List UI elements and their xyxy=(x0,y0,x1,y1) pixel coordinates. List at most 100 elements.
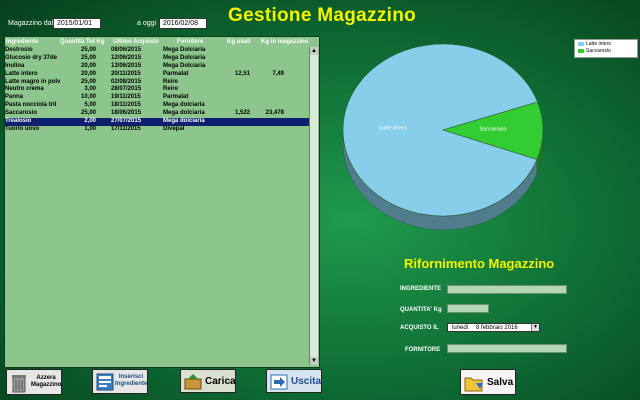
table-cell: Mega Dolciaria xyxy=(163,47,206,53)
date-from-label: Magazzino dal xyxy=(8,20,54,27)
table-row[interactable]: Tuorlo uovo 1,00 17/11/2015 Divepal xyxy=(5,126,309,134)
table-cell: Trealosio xyxy=(5,118,32,125)
table-cell: 18/06/2015 xyxy=(111,110,142,117)
col-header-kg-used[interactable]: Kg usati xyxy=(227,39,251,45)
table-cell: Parmalat xyxy=(163,70,189,77)
date-to-label: a oggi xyxy=(137,20,157,27)
chart-legend: Latte intero Saccarosio xyxy=(574,39,638,58)
table-cell: Latte intero xyxy=(5,70,38,77)
table-row[interactable]: Destrosio 25,00 08/06/2015 Mega Dolciaria xyxy=(5,47,309,55)
stock-pie-chart: Latte intero Saccarosio xyxy=(342,43,544,231)
table-cell: 5,00 xyxy=(84,102,96,109)
legend-label: Saccarosio xyxy=(586,48,611,54)
exit-arrow-icon xyxy=(270,374,288,390)
exit-label: Uscita xyxy=(291,376,322,387)
list-header: Ingrediente Quantità Tot Kg Ultimo Acqui… xyxy=(6,39,316,47)
legend-label: Latte intero xyxy=(586,41,612,47)
list-scrollbar[interactable]: ▲ ▼ xyxy=(309,47,318,365)
table-row[interactable]: Latte intero 20,00 20/11/2015 Parmalat 12,51… xyxy=(5,71,309,79)
col-header-kg-stock[interactable]: Kg in magazzino xyxy=(261,39,308,45)
table-cell: Divepal xyxy=(163,125,185,132)
table-cell: 20,00 xyxy=(80,70,96,77)
supplier-input[interactable] xyxy=(447,344,567,353)
legend-swatch xyxy=(578,48,584,53)
table-cell: 19/11/2015 xyxy=(111,94,141,101)
table-cell: 3,00 xyxy=(84,86,96,93)
purchase-date-picker[interactable]: lunedì 8 febbraio 2016 ▼ xyxy=(447,323,540,332)
table-row[interactable]: Latte magro in polv 25,00 02/08/2015 Reire xyxy=(5,79,309,87)
col-header-supplier[interactable]: Fornitore xyxy=(177,39,203,45)
exit-button[interactable]: Uscita xyxy=(266,369,322,393)
table-cell: Pasta nocciola tril xyxy=(5,102,57,109)
pie-top xyxy=(342,43,544,217)
table-cell: Reire xyxy=(163,78,179,85)
chevron-down-icon[interactable]: ▼ xyxy=(531,324,539,331)
form-icon xyxy=(96,373,114,391)
table-cell: 23,478 xyxy=(265,110,284,117)
table-cell: Destrosio xyxy=(5,47,33,53)
ingredient-input[interactable] xyxy=(447,285,567,294)
pie-slice-label: Latte intero xyxy=(379,126,407,132)
table-cell: 1,522 xyxy=(234,110,250,117)
table-row[interactable]: Pasta nocciola tril 5,00 18/11/2015 Mega do… xyxy=(5,102,309,110)
table-cell: 08/06/2015 xyxy=(111,47,142,53)
legend-swatch xyxy=(578,41,584,46)
table-cell: 25,00 xyxy=(80,54,96,61)
table-cell: Mega dolciaria xyxy=(163,110,205,117)
table-row[interactable]: Inulina 20,00 13/06/2015 Mega Dolciaria xyxy=(5,63,309,71)
ingredient-label: INGREDIENTE xyxy=(400,286,442,292)
legend-item: Saccarosio xyxy=(578,48,611,54)
table-row[interactable]: Panna 10,00 19/11/2015 Parmalat xyxy=(5,94,309,102)
page-title: Gestione Magazzino xyxy=(228,5,417,26)
insert-ingredient-button[interactable]: Inserisci Ingrediente xyxy=(92,369,148,394)
reset-stock-button[interactable]: Azzera Magazzino xyxy=(6,369,62,395)
table-cell: 28/07/2015 xyxy=(111,86,142,93)
table-cell: 12/06/2015 xyxy=(111,54,142,61)
table-row[interactable]: Trealosio 2,00 27/07/2015 Mega dolciaria xyxy=(5,118,309,126)
quantity-label: QUANTITA' Kg xyxy=(400,307,442,313)
table-cell: Mega Dolciaria xyxy=(163,54,206,61)
table-cell: Tuorlo uovo xyxy=(5,125,40,132)
table-cell: 18/11/2015 xyxy=(111,102,141,109)
col-header-last-purchase[interactable]: Ultimo Acquisto xyxy=(113,39,159,45)
table-row[interactable]: Glucosio dry 37de 25,00 12/06/2015 Mega Dol… xyxy=(5,55,309,63)
col-header-ingredient[interactable]: Ingrediente xyxy=(6,39,38,45)
table-cell: 1,00 xyxy=(84,125,96,132)
table-cell: 10,00 xyxy=(80,94,96,101)
insert-ingredient-label: Inserisci Ingrediente xyxy=(115,374,148,387)
purchase-date-label: ACQUISTO IL xyxy=(400,325,439,331)
load-label: Carica xyxy=(205,376,236,387)
restock-title: Rifornimento Magazzino xyxy=(404,256,555,271)
list-rows: Destrosio 25,00 08/06/2015 Mega Dolciaria Gl… xyxy=(5,47,309,134)
table-cell: 25,00 xyxy=(80,47,96,53)
table-cell: 25,00 xyxy=(80,110,96,117)
load-button[interactable]: Carica xyxy=(180,369,236,393)
quantity-input[interactable] xyxy=(447,304,489,313)
table-cell: 17/11/2015 xyxy=(111,125,141,132)
table-cell: Glucosio dry 37de xyxy=(5,54,58,61)
table-cell: Mega dolciaria xyxy=(163,118,205,125)
save-button[interactable]: Salva xyxy=(460,369,516,395)
date-from-field[interactable]: 2015/01/01 xyxy=(53,18,101,29)
table-cell: 02/08/2015 xyxy=(111,78,142,85)
table-cell: 27/07/2015 xyxy=(111,118,142,125)
table-cell: Reire xyxy=(163,86,179,93)
date-value: 8 febbraio 2016 xyxy=(476,325,518,331)
table-cell: 20,00 xyxy=(80,62,96,69)
table-cell: Panna xyxy=(5,94,24,101)
legend-item: Latte intero xyxy=(578,41,611,47)
table-cell: Mega Dolciaria xyxy=(163,62,206,69)
table-row[interactable]: Neutro crema 3,00 28/07/2015 Reire xyxy=(5,86,309,94)
scroll-up-icon[interactable]: ▲ xyxy=(310,47,318,55)
table-cell: Saccarosio xyxy=(5,110,38,117)
table-cell: Neutro crema xyxy=(5,86,44,93)
save-folder-icon xyxy=(464,377,483,392)
col-header-quantity[interactable]: Quantità Tot Kg xyxy=(60,39,105,45)
date-to-field[interactable]: 2016/02/08 xyxy=(159,18,207,29)
scroll-down-icon[interactable]: ▼ xyxy=(310,357,318,365)
reset-stock-label: Azzera Magazzino xyxy=(31,375,62,388)
table-row[interactable]: Saccarosio 25,00 18/06/2015 Mega dolciaria 1… xyxy=(5,110,309,118)
table-cell: 25,00 xyxy=(80,78,96,85)
table-cell: 20/11/2015 xyxy=(111,70,141,77)
table-cell: 12,51 xyxy=(234,70,250,77)
